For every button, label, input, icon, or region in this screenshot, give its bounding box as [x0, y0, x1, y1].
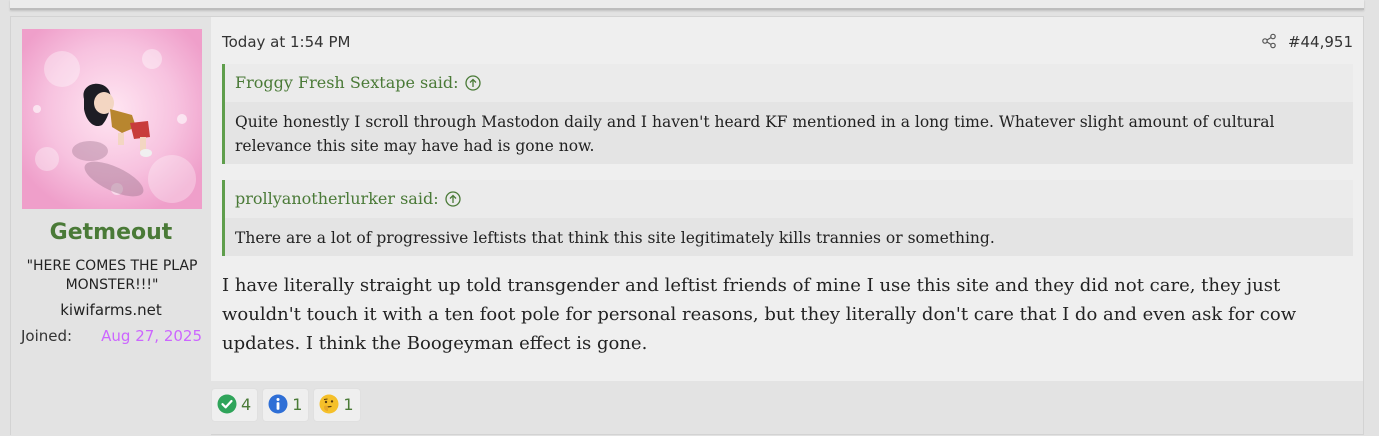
post-date[interactable]: Today at 1:54 PM: [222, 33, 350, 51]
user-avatar[interactable]: [22, 29, 202, 209]
info-icon: [268, 394, 288, 414]
quote-text: There are a lot of progressive leftists …: [225, 218, 1353, 256]
reaction-thinking[interactable]: 1: [313, 388, 361, 422]
thinking-face-icon: [319, 394, 339, 414]
reaction-count: 1: [343, 395, 354, 414]
user-site: kiwifarms.net: [60, 301, 162, 319]
quote-author: Froggy Fresh Sextape said:: [235, 73, 459, 92]
reaction-count: 4: [241, 395, 252, 414]
reaction-count: 1: [292, 395, 303, 414]
user-sidebar: Getmeout "HERE COMES THE PLAP MONSTER!!!…: [11, 17, 211, 436]
quote-header: Froggy Fresh Sextape said:: [225, 64, 1353, 102]
arrow-up-circle-icon[interactable]: [444, 191, 461, 207]
quote-block: prollyanotherlurker said: There are a lo…: [222, 180, 1353, 256]
reaction-info[interactable]: 1: [262, 388, 310, 422]
post-message: I have literally straight up told transg…: [222, 275, 1297, 354]
post-number-link[interactable]: #44,951: [1288, 33, 1353, 51]
quote-attribution-link[interactable]: prollyanotherlurker said:: [235, 189, 461, 208]
joined-label: Joined:: [21, 327, 73, 345]
joined-date: Aug 27, 2025: [101, 327, 202, 345]
quote-text: Quite honestly I scroll through Mastodon…: [225, 102, 1353, 164]
quote-block: Froggy Fresh Sextape said: Quite honestl…: [222, 64, 1353, 164]
check-circle-icon: [217, 394, 237, 414]
forum-post: Getmeout "HERE COMES THE PLAP MONSTER!!!…: [10, 16, 1364, 436]
arrow-up-circle-icon[interactable]: [464, 75, 481, 91]
quote-header: prollyanotherlurker said:: [225, 180, 1353, 218]
reaction-check[interactable]: 4: [211, 388, 259, 422]
previous-post-edge: [10, 0, 1364, 10]
post-content: Today at 1:54 PM #44,951 Froggy Fresh Se…: [211, 17, 1363, 381]
reaction-bar: 4 1 1: [211, 388, 365, 424]
share-icon[interactable]: [1261, 33, 1277, 49]
user-title: "HERE COMES THE PLAP MONSTER!!!": [26, 258, 198, 293]
avatar-image: [22, 29, 202, 209]
joined-row: Joined: Aug 27, 2025: [21, 327, 202, 347]
quote-attribution-link[interactable]: Froggy Fresh Sextape said:: [235, 73, 481, 92]
quote-author: prollyanotherlurker said:: [235, 189, 439, 208]
username[interactable]: Getmeout: [11, 220, 211, 245]
